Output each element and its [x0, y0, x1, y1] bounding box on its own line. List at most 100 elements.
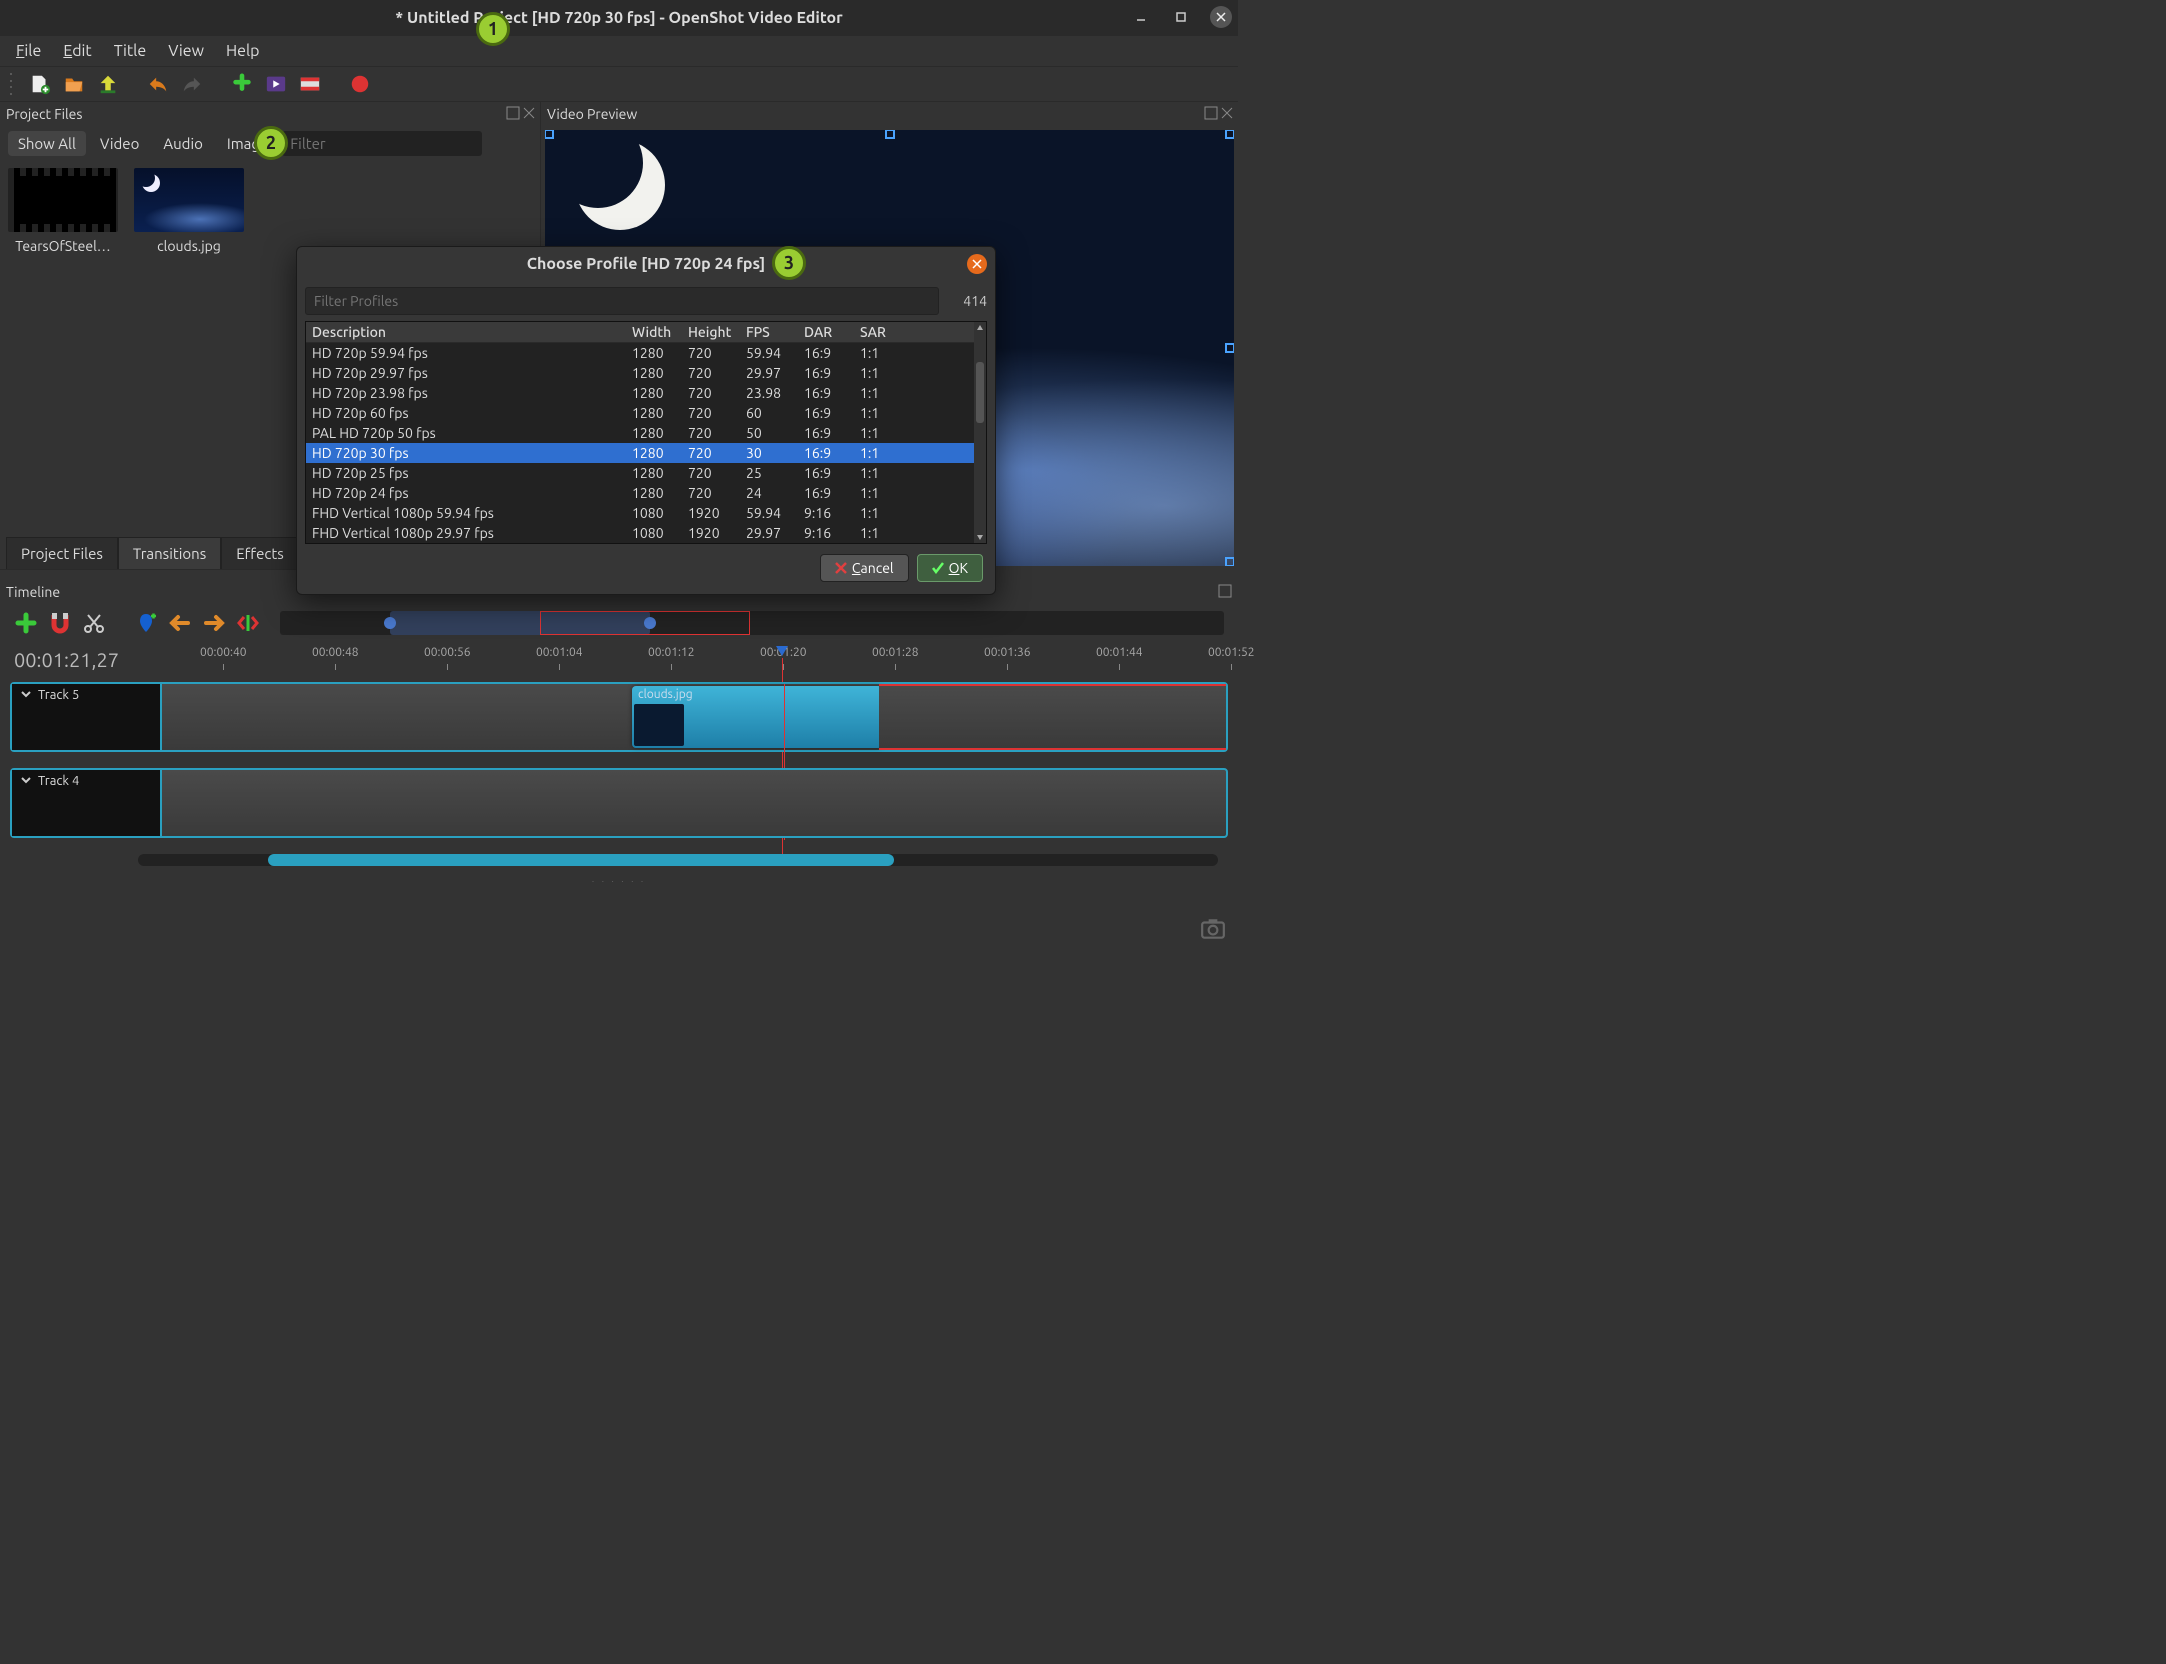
profile-cell: 1:1 [860, 385, 920, 401]
profile-row[interactable]: HD 720p 23.98 fps128072023.9816:91:1 [306, 383, 986, 403]
open-project-icon[interactable] [62, 72, 86, 96]
import-files-icon[interactable] [230, 72, 254, 96]
add-marker-icon[interactable] [134, 611, 158, 635]
tl-tick: 00:01:12 [648, 646, 695, 659]
profile-row[interactable]: PAL HD 720p 50 fps12807205016:91:1 [306, 423, 986, 443]
profile-filter-input[interactable] [305, 287, 939, 315]
profile-cell: 720 [688, 465, 746, 481]
timeline-clip[interactable]: clouds.jpg [632, 686, 882, 748]
profile-row[interactable]: HD 720p 60 fps12807206016:91:1 [306, 403, 986, 423]
next-marker-icon[interactable] [202, 611, 226, 635]
profile-icon[interactable] [264, 72, 288, 96]
profile-cell: 9:16 [804, 505, 860, 521]
profile-cell: 24 [746, 485, 804, 501]
menu-view[interactable]: View [158, 38, 214, 64]
center-playhead-icon[interactable] [236, 611, 260, 635]
snapshot-icon[interactable] [1200, 916, 1226, 946]
profile-cell: 1280 [632, 365, 688, 381]
timeline-current-time: 00:01:21,27 [0, 642, 160, 677]
panel-close-icon[interactable] [522, 106, 536, 123]
ok-button[interactable]: OK [917, 554, 983, 582]
profile-cell: FHD Vertical 1080p 29.97 fps [312, 525, 632, 541]
window-maximize-button[interactable] [1170, 6, 1192, 28]
file-item[interactable]: clouds.jpg [134, 168, 244, 254]
profile-row[interactable]: HD 720p 30 fps12807203016:91:1 [306, 443, 986, 463]
menu-edit[interactable]: Edit [53, 38, 101, 64]
timeline-hscrollbar[interactable] [138, 854, 1218, 866]
file-thumbnail [8, 168, 118, 232]
cancel-button[interactable]: Cancel [820, 554, 909, 582]
timeline-minimap[interactable] [280, 611, 1224, 635]
fullscreen-icon[interactable] [298, 72, 322, 96]
window-close-button[interactable] [1210, 6, 1232, 28]
splitter-handle[interactable]: · · · · · · [0, 876, 1238, 886]
track-header[interactable]: Track 4 [12, 770, 162, 836]
tl-tick: 00:00:56 [424, 646, 471, 659]
profile-cell: 1:1 [860, 485, 920, 501]
btab-effects[interactable]: Effects [221, 537, 299, 569]
razor-icon[interactable] [82, 611, 106, 635]
col-sar[interactable]: SAR [860, 324, 920, 340]
col-description[interactable]: Description [312, 324, 632, 340]
profile-cell: 16:9 [804, 445, 860, 461]
profile-cell: 1920 [688, 505, 746, 521]
btab-transitions[interactable]: Transitions [118, 537, 221, 569]
dialog-close-button[interactable] [967, 254, 987, 274]
tab-audio[interactable]: Audio [153, 131, 213, 156]
undo-icon[interactable] [146, 72, 170, 96]
clip-thumbnail [634, 704, 684, 746]
timeline-track[interactable]: Track 5 clouds.jpg [10, 682, 1228, 752]
panel-popout-icon[interactable] [1204, 106, 1218, 123]
col-dar[interactable]: DAR [804, 324, 860, 340]
panel-popout-icon[interactable] [506, 106, 520, 123]
add-track-icon[interactable] [14, 611, 38, 635]
profile-cell: 720 [688, 365, 746, 381]
profile-cell: 1:1 [860, 445, 920, 461]
profile-cell: 1:1 [860, 365, 920, 381]
file-item[interactable]: TearsOfSteel… [8, 168, 118, 254]
timeline-ruler[interactable]: 00:01:21,27 00:00:40 00:00:48 00:00:56 0… [0, 642, 1238, 682]
toolbar-grip[interactable] [10, 73, 18, 95]
tab-video[interactable]: Video [90, 131, 149, 156]
panel-close-icon[interactable] [1220, 106, 1234, 123]
menu-title[interactable]: Title [104, 38, 156, 64]
profile-cell: 720 [688, 405, 746, 421]
redo-icon[interactable] [180, 72, 204, 96]
window-minimize-button[interactable] [1130, 6, 1152, 28]
profile-row[interactable]: HD 720p 25 fps12807202516:91:1 [306, 463, 986, 483]
profile-cell: 30 [746, 445, 804, 461]
profile-cell: 1:1 [860, 405, 920, 421]
export-icon[interactable] [348, 72, 372, 96]
track-header[interactable]: Track 5 [12, 684, 162, 750]
profile-cell: 1280 [632, 445, 688, 461]
col-width[interactable]: Width [632, 324, 688, 340]
panel-popout-icon[interactable] [1218, 585, 1232, 601]
profile-cell: 50 [746, 425, 804, 441]
snap-icon[interactable] [48, 611, 72, 635]
profile-cell: 1:1 [860, 425, 920, 441]
col-fps[interactable]: FPS [746, 324, 804, 340]
timeline-playhead[interactable] [774, 644, 790, 678]
new-project-icon[interactable] [28, 72, 52, 96]
prev-marker-icon[interactable] [168, 611, 192, 635]
menu-file[interactable]: File [6, 38, 51, 64]
profile-row[interactable]: HD 720p 24 fps12807202416:91:1 [306, 483, 986, 503]
menu-help[interactable]: Help [216, 38, 270, 64]
btab-project-files[interactable]: Project Files [6, 537, 118, 569]
profile-row[interactable]: HD 720p 29.97 fps128072029.9716:91:1 [306, 363, 986, 383]
profile-scrollbar[interactable] [974, 322, 986, 543]
col-height[interactable]: Height [688, 324, 746, 340]
profile-cell: 16:9 [804, 345, 860, 361]
profile-cell: 23.98 [746, 385, 804, 401]
profile-row[interactable]: FHD Vertical 1080p 59.94 fps1080192059.9… [306, 503, 986, 523]
profile-cell: 1080 [632, 525, 688, 541]
timeline-track[interactable]: Track 4 [10, 768, 1228, 838]
profile-cell: 720 [688, 385, 746, 401]
tab-show-all[interactable]: Show All [8, 131, 86, 156]
profile-row[interactable]: FHD Vertical 1080p 29.97 fps1080192029.9… [306, 523, 986, 543]
profile-cell: 720 [688, 485, 746, 501]
profile-row[interactable]: HD 720p 59.94 fps128072059.9416:91:1 [306, 343, 986, 363]
profile-cell: HD 720p 29.97 fps [312, 365, 632, 381]
project-filter-input[interactable] [282, 131, 482, 156]
save-project-icon[interactable] [96, 72, 120, 96]
